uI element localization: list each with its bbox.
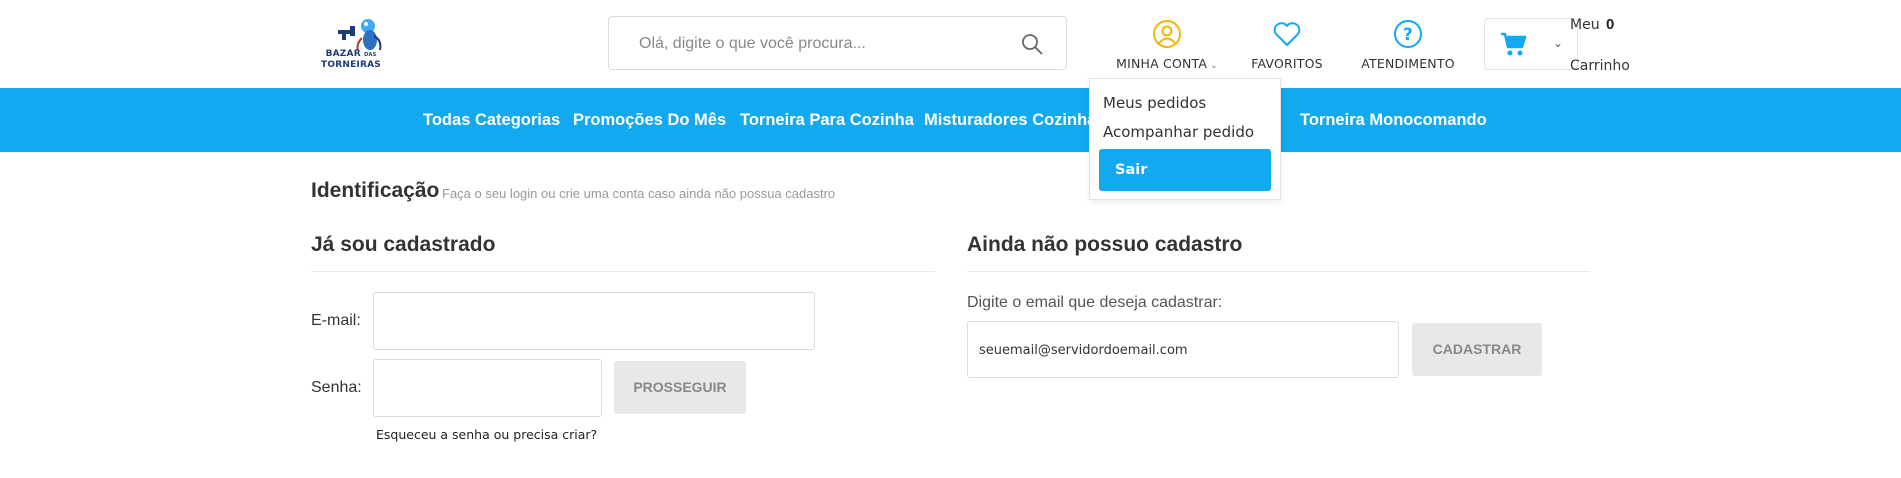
site-header: BAZAR DAS TORNEIRAS MINHA CONTA⌄ FAVORIT… xyxy=(0,0,1901,88)
menu-item-meus-pedidos[interactable]: Meus pedidos xyxy=(1103,94,1206,112)
proceed-button[interactable]: PROSSEGUIR xyxy=(614,361,746,414)
divider xyxy=(967,271,1590,272)
login-section-title: Já sou cadastrado xyxy=(311,233,496,256)
shopping-cart-icon xyxy=(1501,32,1527,56)
store-logo[interactable]: BAZAR DAS TORNEIRAS xyxy=(316,16,396,74)
register-description: Digite o email que deseja cadastrar: xyxy=(967,294,1223,311)
nav-item-torneira-cozinha[interactable]: Torneira Para Cozinha xyxy=(740,111,914,130)
register-button[interactable]: CADASTRAR xyxy=(1412,323,1542,376)
svg-text:?: ? xyxy=(1403,25,1413,45)
search-icon[interactable] xyxy=(1020,32,1044,56)
cart-label-meu: Meu xyxy=(1570,17,1600,33)
search-box xyxy=(608,16,1067,70)
password-field[interactable] xyxy=(373,359,602,417)
category-nav: Todas Categorias Promoções Do Mês Tornei… xyxy=(0,88,1901,152)
forgot-password-link[interactable]: Esqueceu a senha ou precisa criar? xyxy=(376,427,597,442)
heart-icon xyxy=(1273,22,1301,46)
help-icon: ? xyxy=(1394,20,1422,48)
email-label: E-mail: xyxy=(311,312,361,329)
email-field[interactable] xyxy=(373,292,815,350)
support-label: ATENDIMENTO xyxy=(1361,56,1455,71)
search-input[interactable] xyxy=(639,31,999,57)
account-dropdown: Meus pedidos Acompanhar pedido Sair xyxy=(1089,78,1281,200)
menu-item-acompanhar-pedido[interactable]: Acompanhar pedido xyxy=(1103,123,1254,141)
favorites-label: FAVORITOS xyxy=(1251,56,1323,71)
support-button[interactable]: ? ATENDIMENTO xyxy=(1358,18,1458,71)
register-section-title: Ainda não possuo cadastro xyxy=(967,233,1243,256)
divider xyxy=(311,271,935,272)
favorites-button[interactable]: FAVORITOS xyxy=(1245,18,1329,71)
register-email-field[interactable]: seuemail@servidordoemail.com xyxy=(967,321,1399,378)
cart-label-carrinho: Carrinho xyxy=(1570,58,1630,74)
nav-item-misturadores[interactable]: Misturadores Cozinha xyxy=(924,111,1096,130)
nav-item-promocoes[interactable]: Promoções Do Mês xyxy=(573,111,726,130)
password-label: Senha: xyxy=(311,379,362,396)
my-account-button[interactable]: MINHA CONTA ⌄ xyxy=(1112,18,1222,71)
chevron-down-icon: ⌄ xyxy=(1210,61,1218,71)
cart-button[interactable]: ⌄ xyxy=(1484,18,1578,70)
chevron-down-icon: ⌄ xyxy=(1553,36,1564,50)
nav-item-todas-categorias[interactable]: Todas Categorias xyxy=(423,111,560,130)
logout-button[interactable]: Sair xyxy=(1099,149,1271,191)
my-account-label: MINHA CONTA xyxy=(1116,56,1208,71)
logo-wordmark: BAZAR DAS TORNEIRAS xyxy=(321,49,381,70)
cart-count-badge: 0 xyxy=(1606,16,1615,33)
page-title: Identificação xyxy=(311,179,440,202)
register-email-value: seuemail@servidordoemail.com xyxy=(979,343,1188,358)
nav-item-monocomando[interactable]: Torneira Monocomando xyxy=(1300,111,1487,130)
user-icon xyxy=(1153,20,1181,48)
page-subtitle: Faça o seu login ou crie uma conta caso … xyxy=(442,186,836,201)
faucet-mascot-icon xyxy=(338,19,382,51)
